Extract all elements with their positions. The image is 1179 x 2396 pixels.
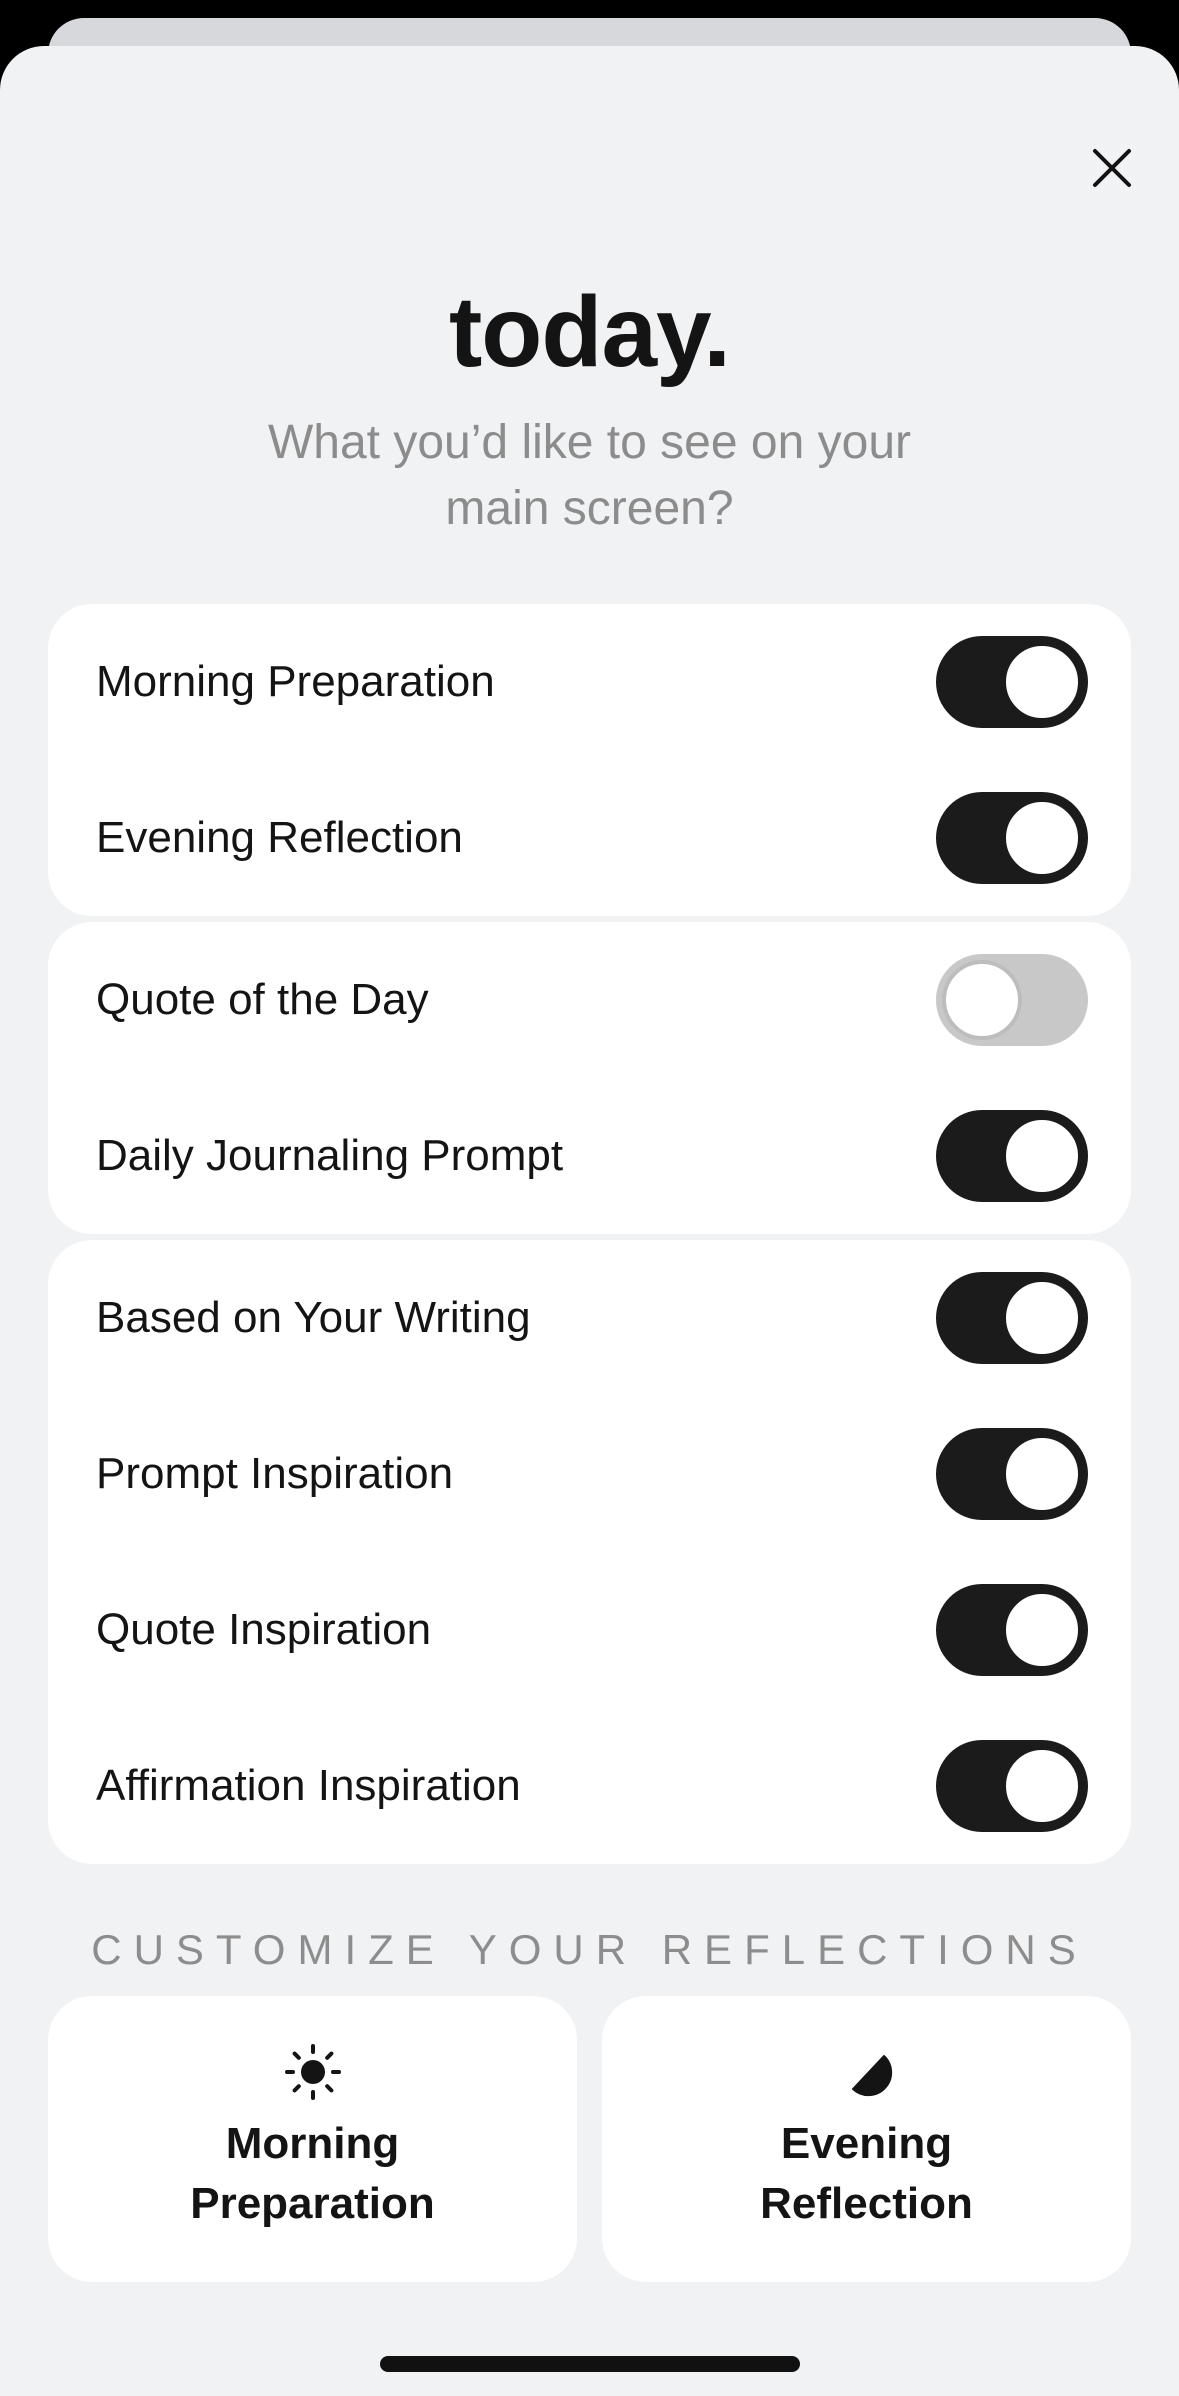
close-button[interactable] [1072,128,1152,208]
toggle-knob [1002,1278,1082,1358]
toggle-knob [1002,798,1082,878]
quote-inspiration-toggle[interactable] [936,1584,1088,1676]
half-moon-icon [851,2055,892,2097]
toggle-knob [942,960,1022,1040]
setting-row-evening-reflection: Evening Reflection [48,760,1131,916]
setting-label: Prompt Inspiration [96,1449,454,1498]
setting-label: Morning Preparation [96,657,495,706]
toggle-knob [1002,1116,1082,1196]
setting-label: Based on Your Writing [96,1293,531,1342]
home-indicator[interactable] [380,2356,800,2372]
setting-row-morning-preparation: Morning Preparation [48,604,1131,760]
settings-group-inspiration: Based on Your Writing Prompt Inspiration… [48,1240,1131,1864]
setting-label: Affirmation Inspiration [96,1761,521,1810]
toggle-knob [1002,1590,1082,1670]
toggle-knob [1002,642,1082,722]
setting-row-based-on-your-writing: Based on Your Writing [48,1240,1131,1396]
settings-group-daily: Quote of the Day Daily Journaling Prompt [48,922,1131,1234]
setting-row-quote-inspiration: Quote Inspiration [48,1552,1131,1708]
page-title: today. [448,276,731,388]
toggle-knob [1002,1746,1082,1826]
based-on-your-writing-toggle[interactable] [936,1272,1088,1364]
setting-row-daily-journaling-prompt: Daily Journaling Prompt [48,1078,1131,1234]
sun-icon [284,2044,341,2100]
settings-group-reflections: Morning Preparation Evening Reflection [48,604,1131,916]
toggle-knob [1002,1434,1082,1514]
morning-preparation-tile[interactable]: Morning Preparation [48,1996,577,2282]
setting-label: Daily Journaling Prompt [96,1131,564,1180]
tile-label-line: Evening [780,2119,953,2168]
evening-reflection-tile[interactable]: Evening Reflection [602,1996,1131,2282]
setting-row-quote-of-the-day: Quote of the Day [48,922,1131,1078]
setting-label: Evening Reflection [96,813,463,862]
quote-of-the-day-toggle[interactable] [936,954,1088,1046]
close-icon [1093,149,1131,187]
setting-label: Quote Inspiration [96,1605,432,1654]
customize-section-header: CUSTOMIZE YOUR REFLECTIONS [91,1926,1088,1973]
prompt-inspiration-toggle[interactable] [936,1428,1088,1520]
tile-label-line: Morning [225,2119,400,2168]
daily-journaling-prompt-toggle[interactable] [936,1110,1088,1202]
page-subtitle: What you’d like to see on your main scre… [267,416,911,535]
setting-row-prompt-inspiration: Prompt Inspiration [48,1396,1131,1552]
setting-row-affirmation-inspiration: Affirmation Inspiration [48,1708,1131,1864]
affirmation-inspiration-toggle[interactable] [936,1740,1088,1832]
setting-label: Quote of the Day [96,975,429,1024]
evening-reflection-toggle[interactable] [936,792,1088,884]
morning-preparation-toggle[interactable] [936,636,1088,728]
tile-label-line: Reflection [760,2179,973,2228]
tile-label-line: Preparation [190,2179,435,2228]
